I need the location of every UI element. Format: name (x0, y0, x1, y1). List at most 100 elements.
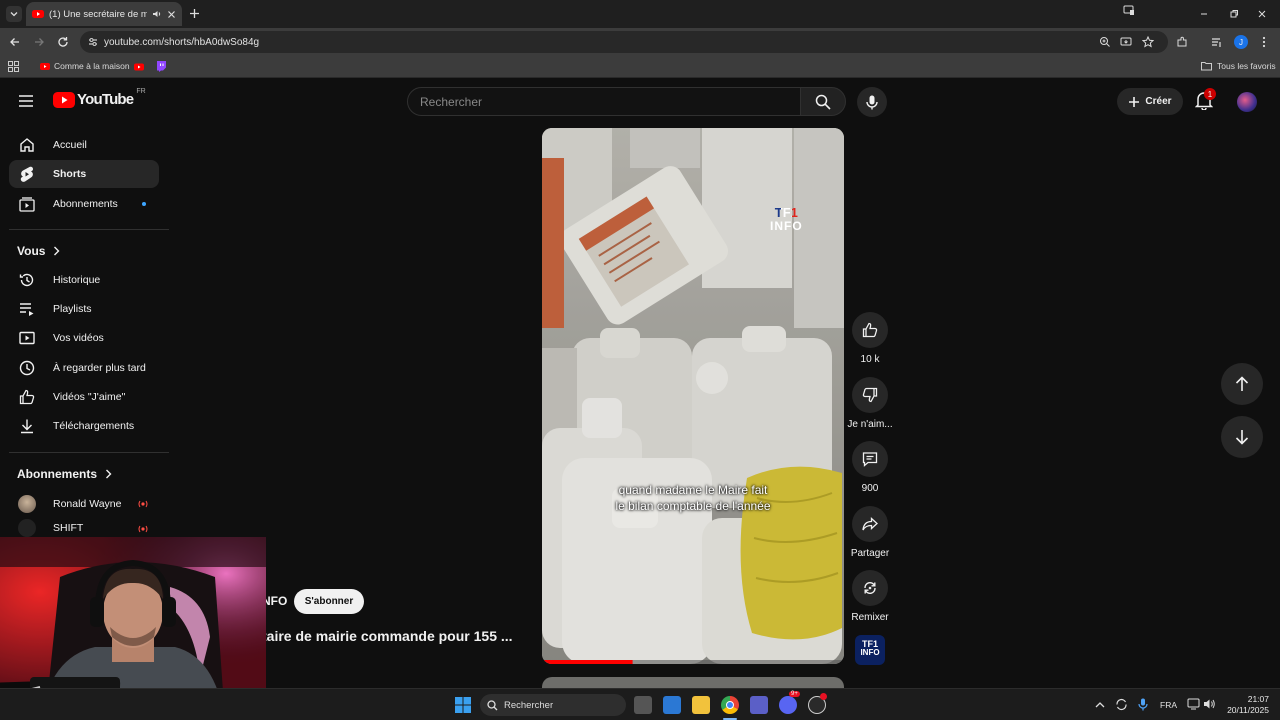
sidebar-item-liked-videos[interactable]: Vidéos "J'aime" (9, 383, 159, 411)
short-video-player[interactable]: TF1 INFO quand madame le Maire fait le b… (542, 128, 844, 664)
hamburger-menu-icon[interactable] (19, 95, 33, 107)
chrome-icon[interactable] (721, 696, 739, 714)
chevron-up-icon[interactable] (1095, 701, 1105, 709)
forward-icon[interactable] (33, 36, 45, 48)
reload-icon[interactable] (57, 36, 69, 48)
windows-start-icon[interactable] (455, 697, 471, 713)
audio-playing-icon[interactable] (152, 9, 162, 19)
search-icon (815, 94, 831, 110)
back-icon[interactable] (9, 36, 21, 48)
site-info-icon[interactable] (87, 36, 99, 48)
channel-avatar-tf1[interactable]: TF1 INFO (855, 635, 885, 665)
browser-tab-bar: (1) Une secrétaire de mairie (0, 0, 1280, 28)
sidebar-divider (9, 452, 169, 453)
zoom-icon[interactable] (1099, 36, 1111, 48)
cast-media-icon[interactable] (1123, 5, 1135, 16)
sidebar-item-your-videos[interactable]: Vos vidéos (9, 324, 159, 352)
teams-icon[interactable] (750, 696, 768, 714)
youtube-logo[interactable]: YouTube FR (53, 88, 146, 108)
tf1-logo-text: TF1 (770, 206, 803, 219)
file-explorer-icon[interactable] (692, 696, 710, 714)
dislike-button[interactable]: Je n'aim... (846, 377, 894, 430)
browser-menu-icon[interactable] (1262, 36, 1266, 48)
minimize-window-icon[interactable] (1199, 9, 1209, 19)
info-logo-text: INFO (770, 219, 803, 233)
bookmark-comme-a-la-maison[interactable]: Comme à la maison (40, 61, 130, 71)
share-icon (862, 517, 878, 531)
install-app-icon[interactable] (1120, 36, 1132, 48)
remix-icon (864, 581, 876, 595)
region-code: FR (136, 88, 146, 95)
new-tab-icon[interactable] (189, 8, 200, 19)
browser-tab[interactable]: (1) Une secrétaire de mairie (26, 2, 182, 26)
sidebar-item-subscriptions[interactable]: Abonnements (9, 190, 159, 218)
close-window-icon[interactable] (1257, 9, 1267, 19)
app-icon[interactable] (808, 693, 827, 714)
twitch-bookmark-icon[interactable] (156, 61, 166, 72)
all-bookmarks-folder[interactable]: Tous les favoris (1201, 61, 1276, 71)
sidebar-item-history[interactable]: Historique (9, 266, 159, 294)
search-button[interactable] (800, 87, 846, 116)
sidebar-item-downloads[interactable]: Téléchargements (9, 412, 159, 440)
microphone-icon[interactable] (1138, 698, 1148, 711)
like-icon (862, 322, 878, 338)
network-icon[interactable] (1187, 698, 1200, 710)
apps-grid-icon[interactable] (8, 61, 19, 72)
sidebar-item-shorts[interactable]: Shorts (9, 160, 159, 188)
search-input[interactable]: Rechercher (407, 87, 801, 116)
like-button[interactable]: 10 k (852, 312, 888, 365)
tab-close-icon[interactable] (167, 10, 176, 19)
you-section-header[interactable]: Vous (17, 244, 60, 258)
share-label: Partager (850, 548, 890, 559)
clock[interactable]: 21:07 20/11/2025 (1225, 694, 1269, 716)
bookmarks-bar: Comme à la maison Tous les favoris (0, 56, 1280, 78)
youtube-logo-icon (53, 91, 75, 108)
microsoft-store-icon[interactable] (663, 696, 681, 714)
create-button[interactable]: Créer (1117, 88, 1183, 115)
sync-icon[interactable] (1115, 698, 1128, 711)
url-field[interactable]: youtube.com/shorts/hbA0dwSo84g (80, 31, 1168, 53)
sidebar-item-playlists[interactable]: Playlists (9, 295, 159, 323)
search-icon (487, 700, 498, 711)
new-content-dot (142, 202, 146, 206)
reading-list-icon[interactable] (1211, 36, 1223, 48)
comment-count: 900 (861, 483, 879, 494)
sidebar-item-home[interactable]: Accueil (9, 131, 159, 159)
discord-badge: 9+ (789, 691, 800, 697)
home-icon (20, 138, 34, 152)
dislike-label: Je n'aim... (847, 419, 893, 430)
restore-window-icon[interactable] (1229, 9, 1239, 19)
channel-avatar (18, 495, 36, 513)
previous-short-button[interactable] (1221, 363, 1263, 405)
taskbar-search[interactable]: Rechercher (480, 694, 626, 716)
subscription-item[interactable]: SHIFT (9, 519, 159, 537)
plus-icon (1129, 96, 1140, 107)
voice-search-button[interactable] (857, 87, 887, 117)
short-title: taire de mairie commande pour 155 ... (262, 628, 513, 644)
tab-title: (1) Une secrétaire de mairie (49, 8, 147, 20)
subscription-item[interactable]: Ronald Wayne (9, 490, 159, 518)
volume-icon[interactable] (1203, 698, 1216, 710)
youtube-bookmark-icon[interactable] (134, 62, 144, 72)
remix-button[interactable]: Remixer (846, 570, 894, 623)
subscribe-button[interactable]: S'abonner (294, 589, 364, 614)
notifications-button[interactable]: 1 (1195, 88, 1216, 111)
profile-avatar[interactable]: J (1234, 35, 1248, 49)
extensions-icon[interactable] (1176, 36, 1188, 48)
input-language[interactable]: FRA (1160, 700, 1177, 710)
task-view-icon[interactable] (634, 696, 652, 714)
account-avatar[interactable] (1237, 92, 1257, 112)
sidebar: Accueil Shorts Abonnements Vous Historiq… (0, 126, 169, 546)
windows-taskbar: Rechercher 9+ FRA 21:07 20/11/2025 (0, 688, 1280, 720)
tab-list-button[interactable] (6, 6, 22, 22)
your-videos-icon (19, 331, 35, 345)
next-short-button[interactable] (1221, 416, 1263, 458)
bookmark-star-icon[interactable] (1142, 36, 1154, 48)
sidebar-item-watch-later[interactable]: À regarder plus tard (9, 354, 159, 382)
subscriptions-section-header[interactable]: Abonnements (17, 467, 112, 481)
share-button[interactable]: Partager (846, 506, 894, 559)
comments-button[interactable]: 900 (852, 441, 888, 494)
discord-icon[interactable]: 9+ (779, 691, 800, 714)
chevron-down-icon (10, 12, 18, 17)
sidebar-divider (9, 229, 169, 230)
